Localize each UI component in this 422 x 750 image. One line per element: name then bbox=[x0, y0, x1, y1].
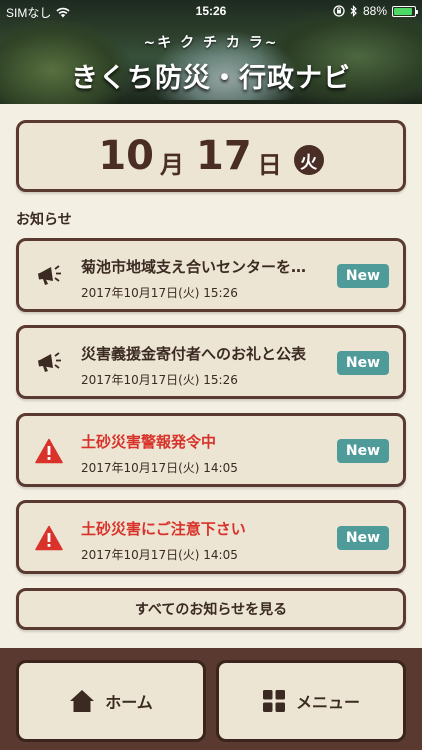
orientation-lock-icon bbox=[333, 5, 345, 17]
battery-percent: 88% bbox=[362, 4, 387, 18]
date-day: 17 bbox=[196, 133, 252, 179]
news-date: 2017年10月17日(火) 14:05 bbox=[81, 461, 238, 475]
date-display: 10 月 17 日 火 bbox=[16, 120, 406, 192]
app-title: きくち防災・行政ナビ bbox=[71, 63, 351, 94]
news-date: 2017年10月17日(火) 15:26 bbox=[81, 286, 238, 300]
news-item[interactable]: 菊池市地域支え合いセンターを… 2017年10月17日(火) 15:26 New bbox=[16, 238, 406, 312]
date-month-unit: 月 bbox=[160, 150, 184, 179]
battery-icon bbox=[392, 5, 418, 17]
megaphone-icon bbox=[38, 265, 61, 285]
news-item[interactable]: 災害義援金寄付者へのお礼と公表 2017年10月17日(火) 15:26 New bbox=[16, 325, 406, 399]
new-badge: New bbox=[337, 439, 389, 463]
new-badge: New bbox=[337, 264, 389, 288]
news-title: 土砂災害にご注意下さい bbox=[81, 520, 246, 538]
warning-icon bbox=[35, 525, 63, 551]
grid-menu-icon bbox=[262, 690, 285, 712]
menu-label: メニュー bbox=[295, 693, 360, 712]
news-date: 2017年10月17日(火) 14:05 bbox=[81, 548, 238, 562]
news-date: 2017年10月17日(火) 15:26 bbox=[81, 373, 238, 387]
view-all-news-button[interactable]: すべてのお知らせを見る bbox=[16, 588, 406, 630]
warning-icon bbox=[35, 438, 63, 464]
header-banner: SIMなし 15:26 88% ~キ ク チ カ ラ~ きくち防災・行政ナビ bbox=[0, 0, 422, 104]
new-badge: New bbox=[337, 351, 389, 375]
status-bar: SIMなし 15:26 88% bbox=[0, 0, 422, 22]
megaphone-icon bbox=[38, 352, 61, 372]
news-section-title: お知らせ bbox=[16, 212, 72, 228]
news-title: 災害義援金寄付者へのお礼と公表 bbox=[81, 345, 307, 363]
date-month: 10 bbox=[98, 133, 154, 179]
news-item[interactable]: 土砂災害警報発令中 2017年10月17日(火) 14:05 New bbox=[16, 413, 406, 487]
bluetooth-icon bbox=[350, 5, 357, 17]
bottom-nav: ホーム メニュー bbox=[0, 648, 422, 750]
app-subtitle: ~キ ク チ カ ラ~ bbox=[143, 35, 279, 51]
news-title: 菊池市地域支え合いセンターを… bbox=[81, 258, 307, 276]
home-icon bbox=[70, 690, 95, 712]
news-item[interactable]: 土砂災害にご注意下さい 2017年10月17日(火) 14:05 New bbox=[16, 500, 406, 574]
news-title: 土砂災害警報発令中 bbox=[81, 433, 217, 451]
date-day-unit: 日 bbox=[257, 150, 282, 179]
new-badge: New bbox=[337, 526, 389, 550]
weekday-badge: 火 bbox=[293, 145, 324, 175]
home-button[interactable]: ホーム bbox=[16, 660, 206, 742]
home-label: ホーム bbox=[105, 693, 153, 712]
menu-button[interactable]: メニュー bbox=[216, 660, 406, 742]
